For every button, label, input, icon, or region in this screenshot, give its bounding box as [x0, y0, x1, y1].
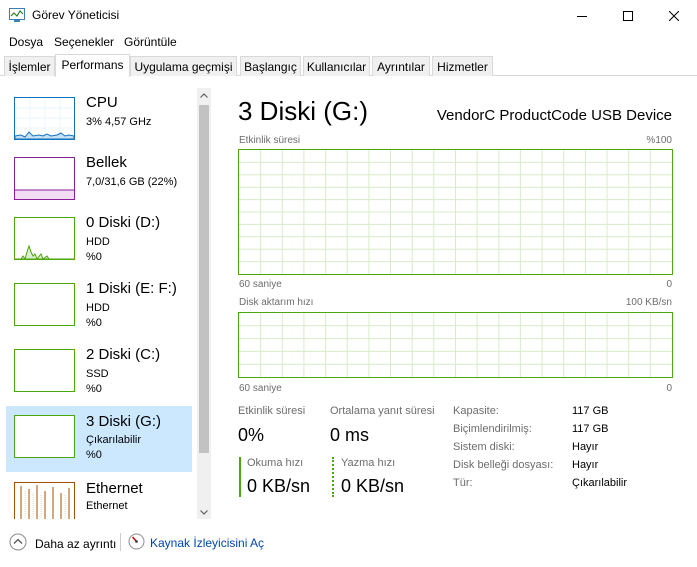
activity-time-graph [238, 149, 673, 275]
maximize-icon [623, 10, 633, 21]
task-manager-icon [9, 8, 25, 22]
sidebar-item-label: 3 Diski (G:) [86, 413, 161, 430]
sidebar-item-usage: %0 [86, 251, 102, 263]
menu-file[interactable]: Dosya [9, 35, 43, 49]
footer: Daha az ayrıntı Kaynak İzleyicisini Aç [0, 527, 697, 557]
maximize-button[interactable] [605, 0, 651, 31]
property-label: Tür: [453, 477, 473, 489]
device-name: VendorC ProductCode USB Device [436, 107, 672, 124]
activity-graph-time: 60 saniye [239, 279, 282, 290]
activity-graph-label: Etkinlik süresi [239, 135, 301, 146]
menu-bar: Dosya Seçenekler Görüntüle [0, 31, 697, 53]
sidebar-item-label: 1 Diski (E: F:) [86, 280, 177, 297]
sidebar-item-usage: %0 [86, 317, 102, 329]
minimize-button[interactable] [559, 0, 605, 31]
read-speed-label: Okuma hızı [247, 457, 304, 469]
sidebar-item-type: SSD [86, 368, 109, 380]
scroll-down-arrow-icon[interactable] [197, 505, 211, 519]
tab-app-history[interactable]: Uygulama geçmişi [130, 56, 237, 76]
resource-monitor-icon [128, 533, 145, 553]
active-time-label: Etkinlik süresi [238, 405, 306, 417]
activity-graph-min: 0 [666, 279, 672, 290]
property-value: Çıkarılabilir [572, 477, 628, 489]
title-bar: Görev Yöneticisi [0, 0, 697, 31]
sidebar-item-type: HDD [86, 302, 110, 314]
sidebar-item-usage: %0 [86, 383, 102, 395]
sidebar-item-label: Bellek [86, 154, 127, 171]
sidebar-item-detail: 3% 4,57 GHz [86, 116, 152, 128]
write-speed-label: Yazma hızı [341, 457, 396, 469]
sidebar-item-label: 0 Diski (D:) [86, 214, 161, 231]
sidebar-item-type: Çıkarılabilir [86, 434, 142, 446]
memory-thumbnail-graph [14, 157, 75, 200]
open-resource-monitor-label: Kaynak İzleyicisini Aç [150, 536, 265, 550]
property-label: Kapasite: [453, 405, 499, 417]
menu-view[interactable]: Görüntüle [124, 35, 177, 49]
property-label: Sistem diski: [453, 441, 515, 453]
window-title: Görev Yöneticisi [32, 8, 120, 22]
response-time-label: Ortalama yanıt süresi [330, 405, 435, 417]
ethernet-thumbnail-graph [14, 482, 75, 519]
activity-graph-max: %100 [646, 135, 672, 146]
sidebar-item-cpu[interactable]: CPU 3% 4,57 GHz [6, 92, 192, 158]
tab-users[interactable]: Kullanıcılar [303, 56, 370, 76]
transfer-rate-graph [238, 312, 673, 378]
tab-strip: İşlemler Performans Uygulama geçmişi Baş… [0, 54, 697, 77]
property-value: 117 GB [572, 405, 609, 417]
disk-1-thumbnail-graph [14, 283, 75, 326]
sidebar-item-type: HDD [86, 236, 110, 248]
transfer-graph-label: Disk aktarım hızı [239, 297, 314, 308]
tab-performance[interactable]: Performans [55, 54, 130, 77]
fewer-details-label: Daha az ayrıntı [35, 536, 117, 551]
open-resource-monitor-link[interactable]: Kaynak İzleyicisini Aç [128, 533, 264, 553]
property-label: Disk belleği dosyası: [453, 459, 554, 471]
minimize-icon [577, 15, 587, 17]
sidebar-scrollbar[interactable] [197, 88, 211, 519]
sidebar-item-usage: %0 [86, 449, 102, 461]
cpu-thumbnail-graph [14, 97, 75, 140]
disk-detail-panel: 3 Diski (G:) VendorC ProductCode USB Dev… [214, 86, 697, 519]
tab-details[interactable]: Ayrıntılar [372, 56, 430, 76]
scroll-thumb[interactable] [199, 105, 209, 453]
disk-title: 3 Diski (G:) [238, 96, 368, 126]
scroll-up-arrow-icon[interactable] [197, 88, 211, 102]
write-speed-indicator [332, 457, 334, 497]
chevron-up-circle-icon [9, 533, 27, 554]
sidebar-item-memory[interactable]: Bellek 7,0/31,6 GB (22%) [6, 152, 192, 218]
property-value: Hayır [572, 441, 599, 453]
sidebar-item-label: CPU [86, 94, 118, 111]
transfer-graph-max: 100 KB/sn [625, 297, 672, 308]
resource-list: CPU 3% 4,57 GHz Bellek 7,0/31,6 GB (22%)… [0, 86, 214, 519]
response-time-value: 0 ms [330, 425, 370, 445]
property-value: Hayır [572, 459, 599, 471]
disk-2-thumbnail-graph [14, 349, 75, 392]
disk-0-thumbnail-graph [14, 217, 75, 260]
sidebar-item-disk-0[interactable]: 0 Diski (D:) HDD %0 [6, 212, 192, 278]
active-time-value: 0% [238, 425, 265, 445]
fewer-details-button[interactable]: Daha az ayrıntı [9, 533, 116, 554]
read-speed-value: 0 KB/sn [247, 476, 311, 496]
tab-services[interactable]: Hizmetler [432, 56, 493, 76]
sidebar-item-detail: 7,0/31,6 GB (22%) [86, 176, 178, 188]
sidebar-item-label: Ethernet [86, 480, 143, 497]
sidebar-item-type: Ethernet [86, 500, 128, 512]
transfer-graph-time: 60 saniye [239, 383, 282, 394]
write-speed-value: 0 KB/sn [341, 476, 405, 496]
close-button[interactable] [651, 0, 697, 31]
sidebar-item-disk-3[interactable]: 3 Diski (G:) Çıkarılabilir %0 [6, 406, 192, 472]
tab-processes[interactable]: İşlemler [4, 56, 55, 76]
sidebar-item-disk-1[interactable]: 1 Diski (E: F:) HDD %0 [6, 278, 192, 344]
menu-options[interactable]: Seçenekler [54, 35, 114, 49]
disk-3-thumbnail-graph [14, 415, 75, 458]
property-value: 117 GB [572, 423, 609, 435]
close-icon [669, 10, 679, 21]
property-label: Biçimlendirilmiş: [453, 423, 532, 435]
sidebar-item-ethernet[interactable]: Ethernet Ethernet [6, 478, 192, 519]
sidebar-item-label: 2 Diski (C:) [86, 346, 161, 363]
footer-divider [120, 533, 121, 551]
sidebar-item-disk-2[interactable]: 2 Diski (C:) SSD %0 [6, 344, 192, 410]
tab-startup[interactable]: Başlangıç [240, 56, 301, 76]
transfer-graph-min: 0 [666, 383, 672, 394]
read-speed-indicator [239, 457, 241, 497]
